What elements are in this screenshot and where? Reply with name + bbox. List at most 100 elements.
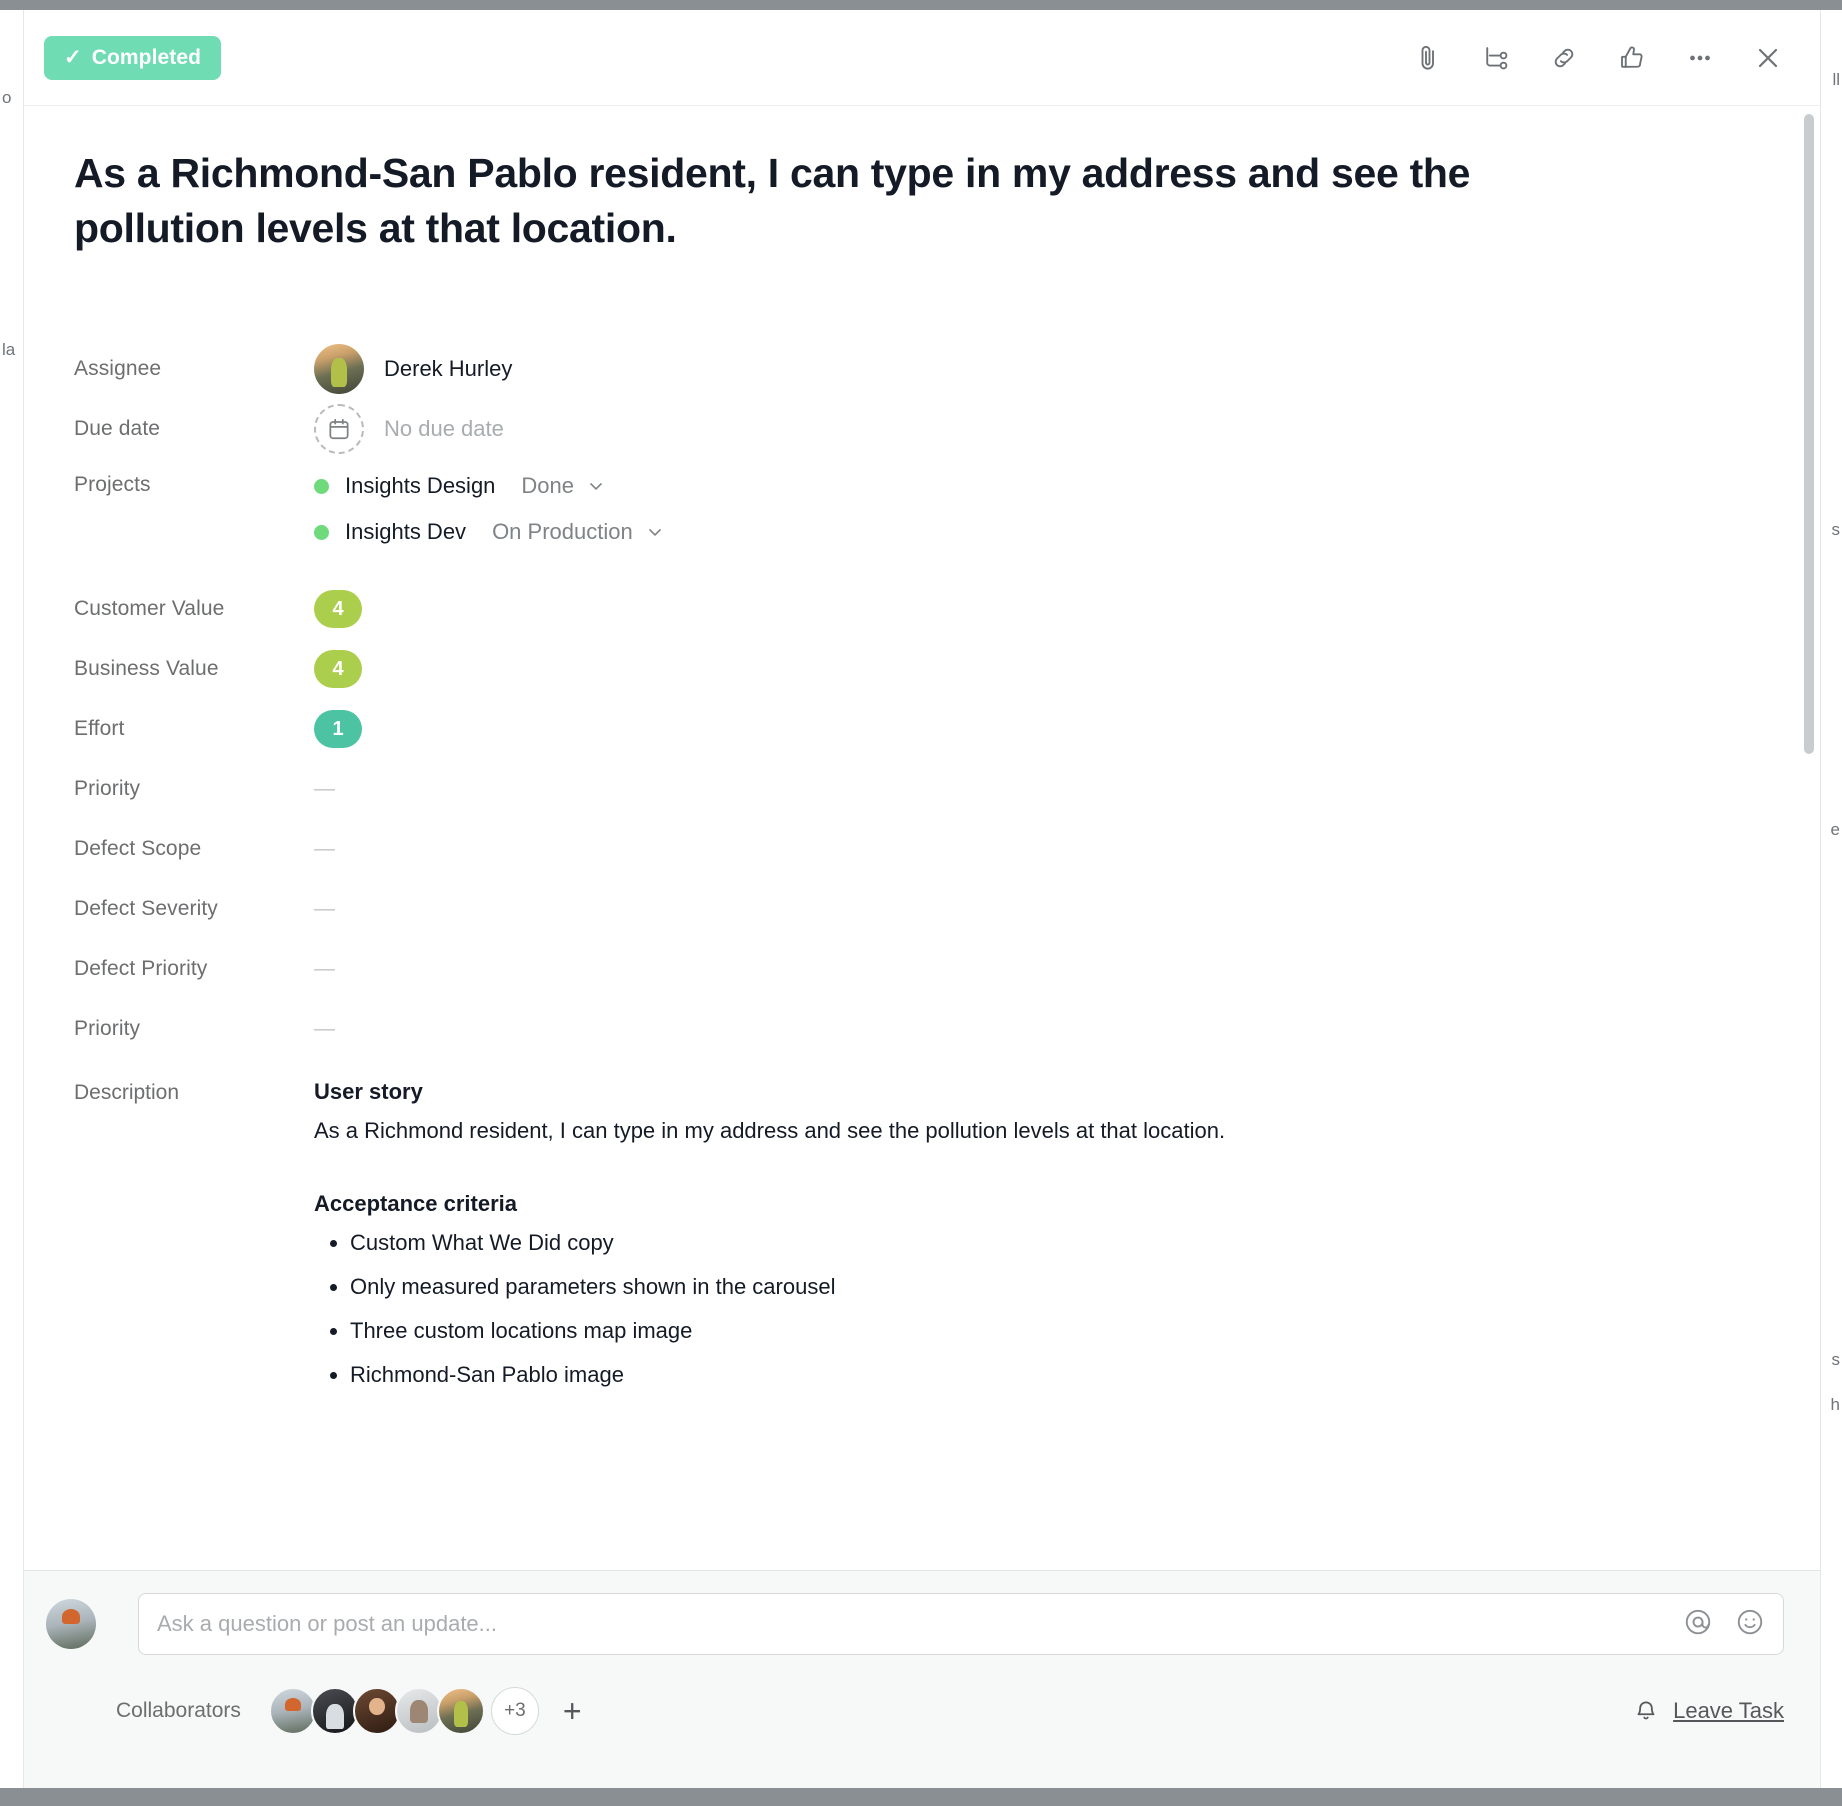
- field-row-priority-secondary: Priority —: [74, 999, 1760, 1059]
- field-value-assignee[interactable]: Derek Hurley: [314, 344, 1760, 395]
- list-item: Three custom locations map image: [350, 1314, 1714, 1347]
- field-row-effort: Effort 1: [74, 699, 1760, 759]
- task-body-scroll: As a Richmond-San Pablo resident, I can …: [24, 106, 1820, 1570]
- description-user-story-body: As a Richmond resident, I can type in my…: [314, 1118, 1226, 1144]
- task-footer: Ask a question or post an update... Coll…: [24, 1570, 1820, 1788]
- description-acceptance-heading: Acceptance criteria: [314, 1191, 517, 1217]
- bell-icon: [1637, 1701, 1655, 1720]
- background-ghost-text-6: s: [1831, 1350, 1841, 1369]
- field-label-assignee: Assignee: [74, 357, 162, 381]
- list-item: Only measured parameters shown in the ca…: [350, 1270, 1714, 1303]
- task-body-inner: As a Richmond-San Pablo resident, I can …: [24, 106, 1820, 1402]
- field-row-business-value: Business Value 4: [74, 639, 1760, 699]
- task-detail-panel: ✓ Completed As a Richmond-San Pablo resi…: [24, 10, 1820, 1788]
- project-status-label: Done: [521, 473, 575, 499]
- window-top-chrome: [0, 0, 1842, 10]
- chevron-down-icon: [648, 529, 661, 536]
- scrollbar[interactable]: [1804, 114, 1814, 1562]
- list-item: Custom What We Did copy: [350, 1226, 1714, 1259]
- field-label-defect-severity: Defect Severity: [74, 897, 218, 921]
- field-label-description: Description: [74, 1081, 180, 1105]
- background-ghost-text-3: ll: [1832, 70, 1840, 89]
- field-label-effort: Effort: [74, 717, 125, 741]
- window-bottom-chrome: [0, 1788, 1842, 1806]
- emoji-icon[interactable]: [1735, 1607, 1765, 1642]
- field-label-projects: Projects: [74, 473, 151, 497]
- field-value-due-date[interactable]: No due date: [314, 404, 1760, 455]
- subtask-icon[interactable]: [1476, 38, 1516, 78]
- defect-severity-value: —: [314, 897, 336, 921]
- comment-input-actions: [1683, 1607, 1765, 1642]
- avatar-assignee: [314, 344, 364, 395]
- project-name: Insights Design: [345, 473, 496, 499]
- acceptance-criteria-list: Custom What We Did copy Only measured pa…: [314, 1226, 1714, 1391]
- background-ghost-text-2: la: [2, 340, 16, 359]
- customer-value-pill[interactable]: 4: [314, 590, 362, 629]
- avatar-collaborator-5[interactable]: [436, 1687, 485, 1735]
- background-ghost-text-4: s: [1831, 520, 1841, 539]
- attachment-icon[interactable]: [1408, 38, 1448, 78]
- field-row-defect-scope: Defect Scope —: [74, 819, 1760, 879]
- due-date-value: No due date: [384, 416, 504, 442]
- background-ghost-text-5: e: [1830, 820, 1840, 839]
- field-row-defect-severity: Defect Severity —: [74, 879, 1760, 939]
- background-right-column: [1820, 0, 1842, 1806]
- background-ghost-text-1: o: [2, 88, 12, 107]
- defect-priority-value: —: [314, 957, 336, 981]
- field-row-priority: Priority —: [74, 759, 1760, 819]
- task-header-actions: [1408, 38, 1788, 78]
- calendar-icon[interactable]: [314, 404, 364, 455]
- defect-scope-value: —: [314, 837, 336, 861]
- avatar-collaborator-2[interactable]: [310, 1687, 359, 1735]
- avatar-collaborator-4[interactable]: [394, 1687, 443, 1735]
- close-icon[interactable]: [1748, 38, 1788, 78]
- field-row-assignee: Assignee Derek Hurley: [74, 339, 1760, 399]
- page-title: As a Richmond-San Pablo resident, I can …: [74, 150, 1471, 251]
- leave-task-button[interactable]: Leave Task: [1633, 1698, 1784, 1724]
- field-label-priority: Priority: [74, 777, 141, 801]
- collaborator-avatars: +3: [268, 1687, 539, 1735]
- like-icon[interactable]: [1612, 38, 1652, 78]
- background-left-column: [0, 0, 24, 1806]
- project-item-insights-design[interactable]: Insights Design Done: [314, 473, 665, 499]
- field-label-customer-value: Customer Value: [74, 597, 225, 621]
- field-label-defect-priority: Defect Priority: [74, 957, 208, 981]
- field-label-due-date: Due date: [74, 417, 161, 441]
- field-row-defect-priority: Defect Priority —: [74, 939, 1760, 999]
- background-ghost-text-7: h: [1830, 1395, 1840, 1414]
- comment-input[interactable]: Ask a question or post an update...: [138, 1593, 1784, 1655]
- field-row-customer-value: Customer Value 4: [74, 579, 1760, 639]
- project-status-label: On Production: [492, 519, 633, 545]
- field-label-priority-secondary: Priority: [74, 1017, 141, 1041]
- comment-placeholder: Ask a question or post an update...: [157, 1611, 498, 1636]
- field-label-defect-scope: Defect Scope: [74, 837, 202, 861]
- project-color-dot: [314, 524, 329, 540]
- projects-list: Insights Design Done Insights Dev On Pro…: [314, 473, 665, 545]
- avatar-collaborator-1[interactable]: [268, 1687, 317, 1735]
- business-value-pill[interactable]: 4: [314, 650, 362, 689]
- status-badge-completed[interactable]: ✓ Completed: [44, 35, 222, 80]
- field-row-due-date: Due date No due date: [74, 399, 1760, 459]
- description-content[interactable]: User story As a Richmond resident, I can…: [314, 1075, 1714, 1402]
- project-color-dot: [314, 478, 329, 494]
- avatar-current-user: [46, 1599, 96, 1649]
- effort-pill[interactable]: 1: [314, 710, 362, 749]
- list-item: Richmond-San Pablo image: [350, 1358, 1714, 1391]
- status-badge-label: Completed: [91, 45, 202, 69]
- priority-secondary-value: —: [314, 1017, 336, 1041]
- field-row-description: Description User story As a Richmond res…: [74, 1075, 1760, 1402]
- mention-icon[interactable]: [1683, 1607, 1713, 1642]
- collaborators-row: Collaborators +3 + Leave Task: [46, 1687, 1784, 1735]
- collaborator-overflow-badge[interactable]: +3: [490, 1687, 539, 1735]
- assignee-name: Derek Hurley: [384, 356, 513, 382]
- project-status-dropdown[interactable]: On Production: [492, 519, 665, 545]
- link-icon[interactable]: [1544, 38, 1584, 78]
- project-item-insights-dev[interactable]: Insights Dev On Production: [314, 519, 665, 545]
- add-collaborator-button[interactable]: +: [563, 1695, 582, 1727]
- avatar-collaborator-3[interactable]: [352, 1687, 401, 1735]
- more-icon[interactable]: [1680, 38, 1720, 78]
- project-status-dropdown[interactable]: Done: [521, 473, 606, 499]
- chevron-down-icon: [590, 483, 602, 490]
- scrollbar-thumb[interactable]: [1804, 114, 1814, 754]
- description-user-story-heading: User story: [314, 1079, 423, 1105]
